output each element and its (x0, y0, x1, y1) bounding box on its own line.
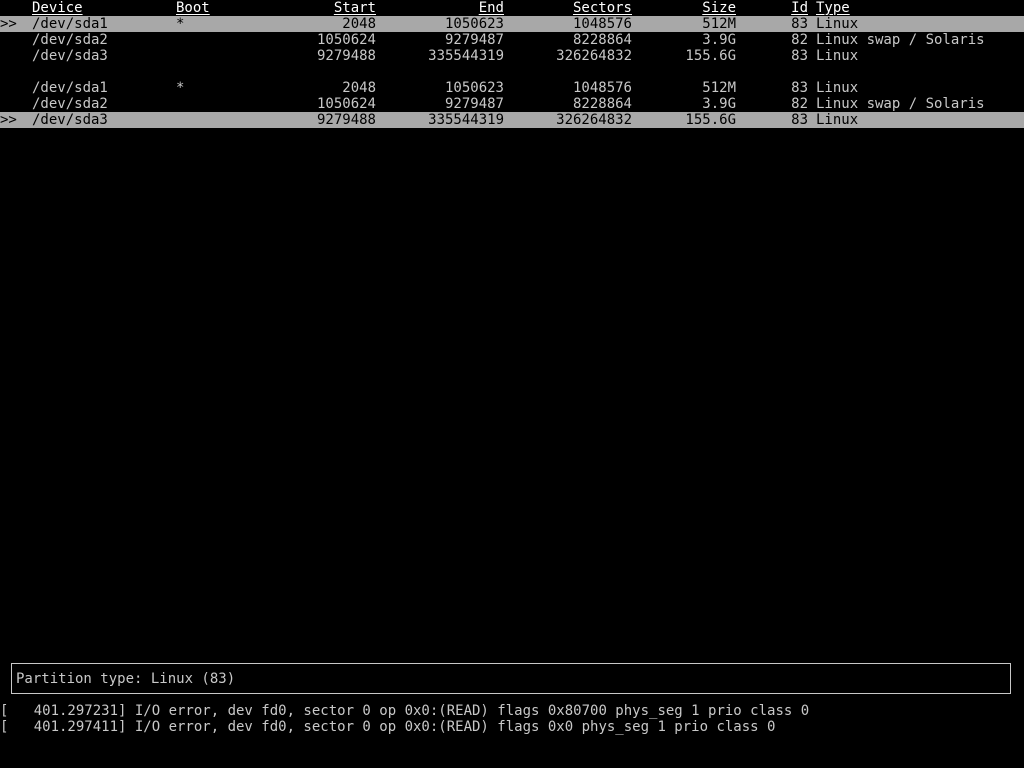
partition-start: 1050624 (316, 32, 376, 48)
kernel-log-line: [ 401.297411] I/O error, dev fd0, sector… (0, 719, 776, 735)
partition-type: Linux swap / Solaris (816, 32, 985, 48)
partition-sectors: 326264832 (556, 112, 632, 128)
partition-sectors: 1048576 (572, 16, 632, 32)
partition-row-sda1[interactable]: /dev/sda1 * 2048 1050623 1048576 512M 83… (0, 80, 1024, 96)
partition-type: Linux (816, 80, 859, 96)
selection-marker (0, 96, 24, 112)
partition-id: 83 (791, 80, 808, 96)
partition-type-info: Partition type: Linux (83) (16, 671, 236, 687)
kernel-log-line: [ 401.297231] I/O error, dev fd0, sector… (0, 703, 810, 719)
partition-type: Linux (816, 112, 859, 128)
partition-sectors: 1048576 (572, 80, 632, 96)
partition-sectors: 326264832 (556, 48, 632, 64)
partition-start: 9279488 (316, 112, 376, 128)
partition-end: 9279487 (444, 32, 504, 48)
selection-marker (0, 80, 24, 96)
header-device: Device (32, 0, 83, 16)
partition-row-sda2[interactable]: /dev/sda2 1050624 9279487 8228864 3.9G 8… (0, 32, 1024, 48)
partition-id: 82 (791, 96, 808, 112)
header-boot: Boot (176, 0, 210, 16)
partition-end: 1050623 (444, 80, 504, 96)
partition-type: Linux (816, 16, 859, 32)
partition-device: /dev/sda1 (32, 16, 108, 32)
partition-end: 335544319 (428, 48, 504, 64)
partition-device: /dev/sda2 (32, 32, 108, 48)
partition-boot-flag (176, 32, 236, 48)
partition-device: /dev/sda3 (32, 112, 108, 128)
partition-start: 9279488 (316, 48, 376, 64)
partition-start: 1050624 (316, 96, 376, 112)
partition-boot-flag: * (176, 80, 185, 96)
partition-id: 83 (791, 48, 808, 64)
partition-type: Linux (816, 48, 859, 64)
partition-size: 3.9G (702, 32, 736, 48)
selection-marker: >> (0, 16, 17, 32)
partition-row-sda1[interactable]: >> /dev/sda1 * 2048 1050623 1048576 512M… (0, 16, 1024, 32)
selection-marker (0, 48, 24, 64)
header-id: Id (791, 0, 808, 16)
partition-boot-flag (176, 48, 236, 64)
partition-start: 2048 (342, 80, 376, 96)
selection-marker (0, 32, 24, 48)
partition-id: 83 (791, 112, 808, 128)
partition-size: 3.9G (702, 96, 736, 112)
partition-start: 2048 (342, 16, 376, 32)
partition-boot-flag (176, 112, 236, 128)
header-sectors: Sectors (572, 0, 632, 16)
partition-size: 155.6G (685, 112, 736, 128)
partition-device: /dev/sda3 (32, 48, 108, 64)
partition-size: 512M (702, 80, 736, 96)
partition-device: /dev/sda1 (32, 80, 108, 96)
partition-boot-flag: * (176, 16, 185, 32)
partition-id: 82 (791, 32, 808, 48)
partition-table-header: Device Boot Start End Sectors Size Id Ty… (0, 0, 1024, 16)
partition-type: Linux swap / Solaris (816, 96, 985, 112)
partition-id: 83 (791, 16, 808, 32)
header-type: Type (816, 0, 850, 16)
header-start: Start (333, 0, 376, 16)
partition-end: 335544319 (428, 112, 504, 128)
partition-device: /dev/sda2 (32, 96, 108, 112)
partition-end: 1050623 (444, 16, 504, 32)
partition-sectors: 8228864 (572, 96, 632, 112)
partition-size: 155.6G (685, 48, 736, 64)
selection-marker: >> (0, 112, 17, 128)
partition-row-sda3[interactable]: /dev/sda3 9279488 335544319 326264832 15… (0, 48, 1024, 64)
header-end: End (478, 0, 504, 16)
header-size: Size (702, 0, 736, 16)
partition-size: 512M (702, 16, 736, 32)
partition-end: 9279487 (444, 96, 504, 112)
partition-boot-flag (176, 96, 236, 112)
terminal-screen: { "headers": { "device": "Device", "boot… (0, 0, 1024, 768)
partition-row-sda3[interactable]: >> /dev/sda3 9279488 335544319 326264832… (0, 112, 1024, 128)
partition-info-box: Partition type: Linux (83) (11, 663, 1011, 694)
partition-sectors: 8228864 (572, 32, 632, 48)
partition-row-sda2[interactable]: /dev/sda2 1050624 9279487 8228864 3.9G 8… (0, 96, 1024, 112)
